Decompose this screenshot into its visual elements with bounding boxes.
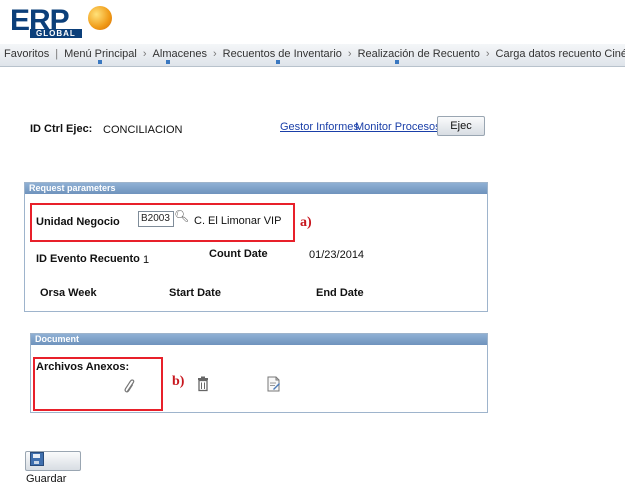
save-button[interactable]: Guardar [25,451,81,485]
chevron-right-icon: › [142,48,147,60]
chevron-right-icon: › [347,48,352,60]
save-button-label: Guardar [26,473,67,485]
view-document-icon[interactable] [267,376,281,392]
trash-icon[interactable] [197,376,209,392]
orsa-week-label: Orsa Week [40,287,97,299]
breadcrumb: Favoritos | Menú Principal › Almacenes › Recue… [0,44,625,67]
run-control-value: CONCILIACION [103,124,183,136]
app-header: ERP GLOBAL [0,0,625,44]
breadcrumb-realizacion[interactable]: Realización de Recuento [358,48,480,60]
logo-subtext: GLOBAL [30,29,82,38]
menu-dropdown-marker [276,60,280,64]
report-manager-link[interactable]: Gestor Informes [280,121,359,133]
start-date-label: Start Date [169,287,221,299]
chevron-right-icon: › [212,48,217,60]
erp-global-logo[interactable]: ERP GLOBAL [10,4,130,40]
breadcrumb-carga-datos[interactable]: Carga datos recuento Cinépolis [496,48,625,60]
evento-recuento-label: ID Evento Recuento [36,253,140,265]
count-date-label: Count Date [209,248,268,260]
run-control-label: ID Ctrl Ejec: [30,123,93,135]
menu-dropdown-marker [98,60,102,64]
highlight-box-b [33,357,163,411]
breadcrumb-almacenes[interactable]: Almacenes [153,48,207,60]
highlight-box-a [30,203,295,242]
menu-dropdown-marker [166,60,170,64]
chevron-right-icon: › [485,48,490,60]
process-monitor-link[interactable]: Monitor Procesos [355,121,441,133]
end-date-label: End Date [316,287,364,299]
annotation-a: a) [300,215,312,230]
save-icon [30,452,44,466]
menu-dropdown-marker [395,60,399,64]
breadcrumb-menu-principal[interactable]: Menú Principal [64,48,137,60]
breadcrumb-favoritos[interactable]: Favoritos [4,48,49,60]
section-header: Document [31,334,487,345]
section-header: Request parameters [25,183,487,194]
globe-icon [88,6,112,30]
evento-recuento-value: 1 [143,254,150,266]
run-button[interactable]: Ejec [437,116,485,136]
breadcrumb-recuentos[interactable]: Recuentos de Inventario [223,48,342,60]
separator-pipe: | [55,48,59,60]
count-date-value: 01/23/2014 [309,249,365,261]
annotation-b: b) [172,374,185,389]
